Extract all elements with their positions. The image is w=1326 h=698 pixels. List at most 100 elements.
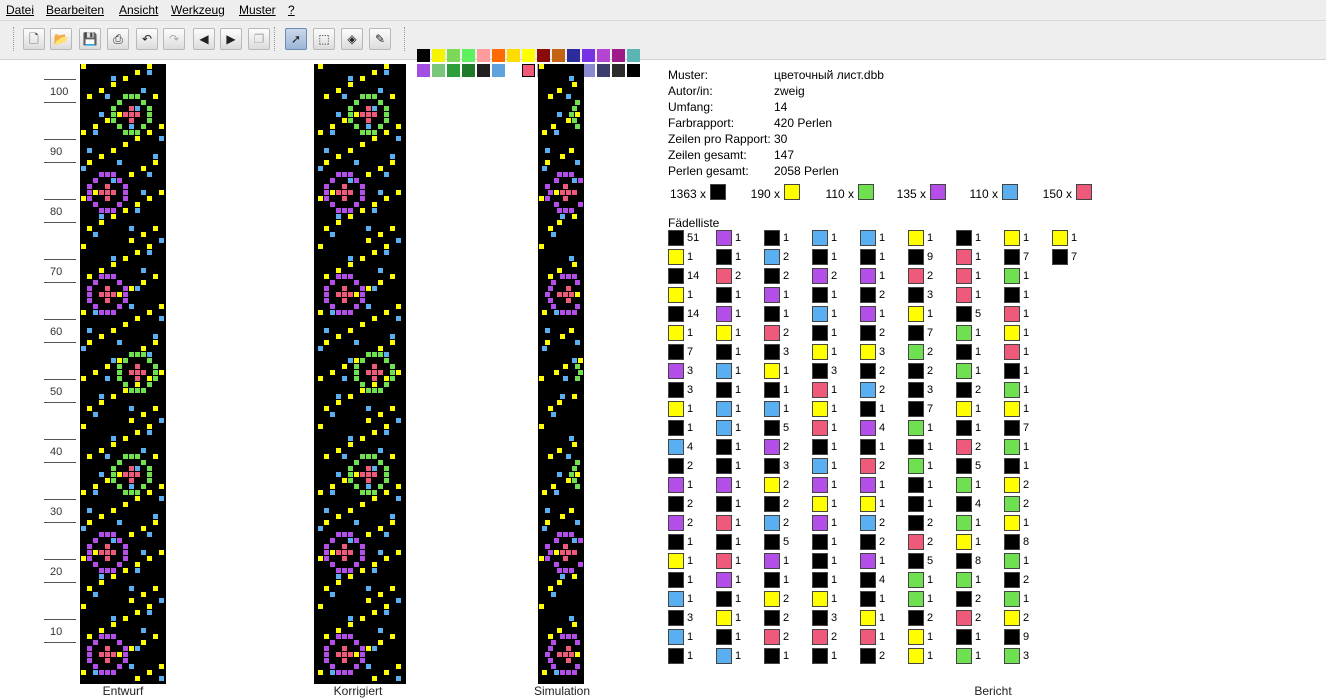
bead [366,646,371,651]
bead [360,112,365,117]
palette-swatch[interactable] [477,64,490,77]
bead [366,478,371,483]
bead-count: 2 [879,460,886,472]
palette-swatch[interactable] [417,64,430,77]
palette-swatch[interactable] [567,49,580,62]
palette-swatch[interactable] [627,49,640,62]
bead [147,352,152,357]
palette-swatch[interactable] [492,64,505,77]
pointer-tool-button[interactable]: ➚ [285,28,307,50]
bead [111,214,116,219]
palette-swatch[interactable] [477,49,490,62]
palette-swatch[interactable] [522,64,535,77]
bead [336,220,341,225]
menu-werkzeug[interactable]: Werkzeug [171,3,225,17]
bead-swatch [908,363,924,379]
bead [99,394,104,399]
palette-swatch[interactable] [597,49,610,62]
print-button[interactable]: ⎙ [107,28,129,50]
bead-swatch [1004,496,1020,512]
bead [396,550,401,555]
palette-swatch[interactable] [627,64,640,77]
palette-swatch[interactable] [507,64,520,77]
bead [396,664,401,669]
faedel-entry: 1 [908,648,952,664]
new-document-icon: 🗋 [29,32,39,46]
bead [354,640,359,645]
palette-swatch[interactable] [597,64,610,77]
bead [551,232,556,237]
palette-swatch[interactable] [537,49,550,62]
palette-swatch[interactable] [462,64,475,77]
bead-count: 1 [879,441,886,453]
simulation-view[interactable] [538,64,584,684]
palette-swatch[interactable] [432,64,445,77]
palette-swatch[interactable] [492,49,505,62]
faedel-entry: 1 [716,496,760,512]
bead-count: 5 [783,536,790,548]
faedel-entry: 2 [668,515,712,531]
palette-swatch[interactable] [612,49,625,62]
undo-button[interactable]: ↶ [136,28,158,50]
bead [578,178,583,183]
bead [372,250,377,255]
korrigiert-view[interactable] [314,64,406,684]
bead-count: 7 [1023,422,1030,434]
faedel-entry: 1 [1004,325,1048,341]
bead [378,232,383,237]
bead [348,466,353,471]
palette-swatch[interactable] [432,49,445,62]
menu-datei[interactable]: Datei [6,3,34,17]
menu-bearbeiten[interactable]: Bearbeiten [46,3,104,17]
palette-swatch[interactable] [462,49,475,62]
color-swatch [930,184,946,200]
bead [141,370,146,375]
bead-count: 1 [975,536,982,548]
bead [117,484,122,489]
faedel-entry: 3 [764,344,808,360]
fill-tool-button[interactable]: ◈ [341,28,363,50]
bead-count: 2 [783,479,790,491]
bead [123,388,128,393]
palette-swatch[interactable] [612,64,625,77]
selection-rectangle-icon: ⬚ [318,32,330,46]
palette-swatch[interactable] [582,49,595,62]
bead [105,118,110,123]
palette-swatch[interactable] [447,64,460,77]
pipette-tool-button[interactable]: ✎ [369,28,391,50]
copy-button[interactable]: ❐ [248,28,270,50]
new-file-button[interactable]: 🗋 [23,28,45,50]
palette-swatch[interactable] [447,49,460,62]
bead-swatch [908,382,924,398]
bead [563,172,568,177]
faedel-entry: 1 [716,610,760,626]
bead-swatch [908,287,924,303]
palette-swatch[interactable] [552,49,565,62]
palette-swatch[interactable] [522,49,535,62]
redo-button[interactable]: ↷ [163,28,185,50]
bead [360,208,365,213]
bead-swatch [860,629,876,645]
palette-swatch[interactable] [417,49,430,62]
palette-swatch[interactable] [507,49,520,62]
bead [390,274,395,279]
menu-ansicht[interactable]: Ansicht [119,3,158,17]
bead [348,172,353,177]
menu-muster[interactable]: Muster [239,3,276,17]
select-tool-button[interactable]: ⬚ [313,28,335,50]
faedel-entry: 1 [716,629,760,645]
bead [111,148,116,153]
bead [123,142,128,147]
save-button[interactable]: 💾 [79,28,101,50]
bead [111,256,116,261]
bead [93,370,98,375]
menu-help[interactable]: ? [288,3,295,17]
bead [348,118,353,123]
arrow-right-button[interactable]: ▶ [220,28,242,50]
entwurf-view[interactable] [80,64,166,684]
open-file-button[interactable]: 📂 [50,28,72,50]
bead [372,106,377,111]
arrow-left-button[interactable]: ◀ [193,28,215,50]
bead-swatch [908,306,924,322]
bead [566,454,571,459]
